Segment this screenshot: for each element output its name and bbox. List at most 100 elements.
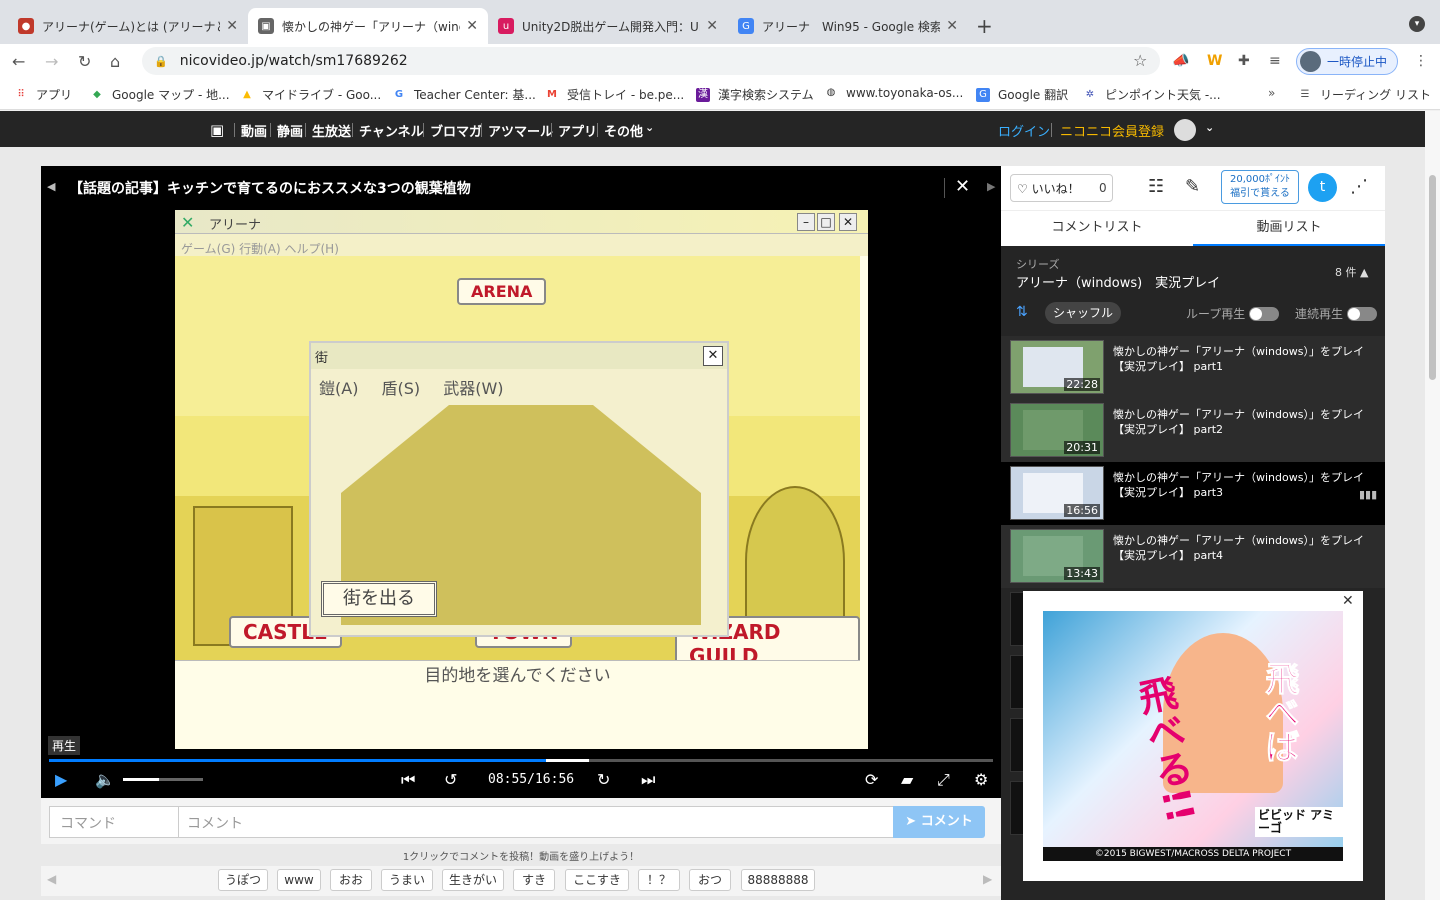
playlist-item[interactable]: 22:28 懐かしの神ゲー「アリーナ（windows）」をプレイ【実況プレイ】 … xyxy=(1001,336,1385,399)
chevron-down-icon[interactable]: ⌄ xyxy=(645,121,654,134)
quick-comment-button[interactable]: うまい xyxy=(381,869,433,891)
quick-next-icon[interactable]: ▶ xyxy=(983,872,992,886)
back-icon[interactable]: ← xyxy=(12,52,25,71)
nicoad-megaphone-icon[interactable]: ✎ xyxy=(1185,176,1200,197)
series-name[interactable]: アリーナ（windows) 実況プレイ xyxy=(1016,272,1220,291)
share-icon[interactable]: ⋰ xyxy=(1350,176,1368,197)
twitter-share-icon[interactable]: t xyxy=(1308,173,1337,202)
niconico-logo-icon[interactable]: ▣ xyxy=(210,121,224,139)
ad-close-icon[interactable]: ✕ xyxy=(1342,593,1354,609)
add-mylist-icon[interactable]: ☷ xyxy=(1148,176,1164,197)
media-control-icon[interactable]: ≡ xyxy=(1269,53,1281,69)
playlist-item-current[interactable]: 16:56 懐かしの神ゲー「アリーナ（windows）」をプレイ【実況プレイ】 … xyxy=(1001,462,1385,525)
scrollbar-thumb[interactable] xyxy=(1429,175,1436,380)
banner-prev-icon[interactable]: ◀ xyxy=(47,180,55,193)
bookmark-maps[interactable]: ◆ Google マップ - 地... xyxy=(90,86,229,103)
points-campaign-button[interactable]: 20,000ﾎﾟｲﾝﾄ 福引で貰える xyxy=(1221,170,1299,204)
register-link[interactable]: ニコニコ会員登録 xyxy=(1060,121,1164,140)
quick-comment-button[interactable]: 88888888 xyxy=(741,869,815,891)
loop-toggle[interactable] xyxy=(1249,307,1279,321)
ad-image[interactable]: 飛べる!! 飛べば ビビッド アミーゴ ©2015 BIGWEST/MACROS… xyxy=(1043,611,1343,861)
browser-tab-1[interactable]: ● アリーナ(ゲーム)とは (アリーナと ✕ xyxy=(8,8,248,44)
nav-atsumaru[interactable]: アツマール xyxy=(488,121,553,140)
shuffle-button[interactable]: シャッフル xyxy=(1045,302,1122,324)
settings-gear-icon[interactable]: ⚙ xyxy=(974,770,988,789)
quick-comment-button[interactable]: ！？ xyxy=(638,869,680,891)
nav-more[interactable]: その他 xyxy=(604,121,643,140)
megaphone-extension-icon[interactable]: 📣 xyxy=(1172,53,1189,69)
bookmark-translate[interactable]: G Google 翻訳 xyxy=(976,86,1068,103)
banner-title[interactable]: 【話題の記事】キッチンで育てるのにおススメな3つの観葉植物 xyxy=(69,178,471,198)
comment-toggle-icon[interactable]: ▰ xyxy=(901,770,913,789)
comment-input[interactable]: コメント xyxy=(178,806,894,838)
tab-video-list[interactable]: 動画リスト xyxy=(1193,211,1385,247)
browser-tab-2[interactable]: ▣ 懐かしの神ゲー「アリーナ（windo ✕ xyxy=(248,8,488,44)
bookmark-teacher-center[interactable]: G Teacher Center: 基... xyxy=(392,86,536,103)
next-icon[interactable]: ⏭ xyxy=(641,770,655,790)
new-tab-icon[interactable]: + xyxy=(976,14,993,38)
previous-icon[interactable]: ⏮ xyxy=(401,770,415,790)
bookmark-drive[interactable]: ▲ マイドライブ - Goo... xyxy=(240,86,381,103)
rewind-10-icon[interactable]: ↺ xyxy=(444,770,457,789)
fullscreen-icon[interactable]: ⤢ xyxy=(937,770,950,790)
reload-icon[interactable]: ↻ xyxy=(78,52,91,71)
series-count-toggle[interactable]: 8 件 ▲ xyxy=(1335,264,1368,280)
browser-tab-4[interactable]: G アリーナ Win95 - Google 検索 ✕ xyxy=(728,8,968,44)
close-tab-icon[interactable]: ✕ xyxy=(466,18,478,34)
home-icon[interactable]: ⌂ xyxy=(110,52,120,71)
quick-prev-icon[interactable]: ◀ xyxy=(47,872,56,886)
bookmark-kanji[interactable]: 漢漢字検索システム xyxy=(696,86,814,103)
volume-icon[interactable]: 🔈 xyxy=(95,770,115,789)
bookmark-weather[interactable]: ✲ ピンポイント天気 -... xyxy=(1083,86,1221,103)
bookmark-gmail[interactable]: M 受信トレイ - be.pe... xyxy=(545,86,684,103)
close-tab-icon[interactable]: ✕ xyxy=(946,18,958,34)
address-bar[interactable]: 🔒 nicovideo.jp/watch/sm17689262 xyxy=(142,47,1160,75)
close-tab-icon[interactable]: ✕ xyxy=(706,18,718,34)
nav-video[interactable]: 動画 xyxy=(241,121,267,140)
sort-order-icon[interactable]: ⇅ xyxy=(1016,304,1028,320)
banner-next-icon[interactable]: ▶ xyxy=(987,180,995,193)
video-frame[interactable]: ✕ アリーナ – □ ✕ ゲーム(G) 行動(A) ヘルプ(H) ARENA C… xyxy=(175,210,868,749)
more-bookmarks-icon[interactable]: » xyxy=(1268,86,1275,100)
bookmark-toyonaka[interactable]: ◍ www.toyonaka-os... xyxy=(824,86,964,100)
like-button[interactable]: ♡ いいね！ 0 xyxy=(1010,174,1113,202)
quick-comment-button[interactable]: うぽつ xyxy=(218,869,268,891)
playlist-item[interactable]: 13:43 懐かしの神ゲー「アリーナ（windows）」をプレイ【実況プレイ】 … xyxy=(1001,525,1385,588)
banner-close-icon[interactable]: ✕ xyxy=(955,176,970,197)
close-tab-icon[interactable]: ✕ xyxy=(226,18,238,34)
playlist-item[interactable]: 20:31 懐かしの神ゲー「アリーナ（windows）」をプレイ【実況プレイ】 … xyxy=(1001,399,1385,462)
quick-comment-button[interactable]: www xyxy=(277,869,321,891)
browser-menu-icon[interactable]: ⋮ xyxy=(1414,53,1428,69)
quick-comment-button[interactable]: 生きがい xyxy=(442,869,504,891)
browser-tab-3[interactable]: u Unity2D脱出ゲーム開発入門：Uni ✕ xyxy=(488,8,728,44)
nav-channel[interactable]: チャンネル xyxy=(359,121,424,140)
quick-comment-button[interactable]: ここすき xyxy=(565,869,629,891)
nav-app[interactable]: アプリ xyxy=(558,121,597,140)
tab-search-icon[interactable]: ▾ xyxy=(1409,16,1425,32)
command-input[interactable]: コマンド xyxy=(49,806,179,838)
reading-list[interactable]: ☰ リーディング リスト xyxy=(1298,86,1431,103)
repeat-icon[interactable]: ⟳ xyxy=(865,770,878,789)
nav-live[interactable]: 生放送 xyxy=(312,121,351,140)
tab-comment-list[interactable]: コメントリスト xyxy=(1001,211,1193,247)
bookmark-star-icon[interactable]: ☆ xyxy=(1133,51,1147,70)
continuous-toggle[interactable] xyxy=(1347,307,1377,321)
play-icon[interactable]: ▶ xyxy=(55,770,67,789)
seek-bar[interactable] xyxy=(49,759,993,762)
volume-slider[interactable] xyxy=(123,778,203,781)
login-link[interactable]: ログイン xyxy=(998,121,1050,140)
comment-submit-button[interactable]: ➤ コメント xyxy=(893,806,985,838)
profile-button[interactable]: 一時停止中 xyxy=(1296,48,1398,75)
nav-blomaga[interactable]: ブロマガ xyxy=(430,121,482,140)
quick-comment-button[interactable]: すき xyxy=(513,869,555,891)
w-extension-icon[interactable]: W xyxy=(1207,53,1222,69)
forward-icon[interactable]: → xyxy=(45,52,58,71)
forward-10-icon[interactable]: ↻ xyxy=(597,770,610,789)
user-avatar[interactable] xyxy=(1174,119,1196,141)
user-menu-chevron-icon[interactable]: ⌄ xyxy=(1205,121,1214,134)
quick-comment-button[interactable]: おお xyxy=(330,869,372,891)
bookmark-apps[interactable]: ⠿ アプリ xyxy=(14,86,72,103)
extensions-icon[interactable]: ✚ xyxy=(1238,53,1250,69)
nav-seiga[interactable]: 静画 xyxy=(277,121,303,140)
quick-comment-button[interactable]: おつ xyxy=(689,869,731,891)
